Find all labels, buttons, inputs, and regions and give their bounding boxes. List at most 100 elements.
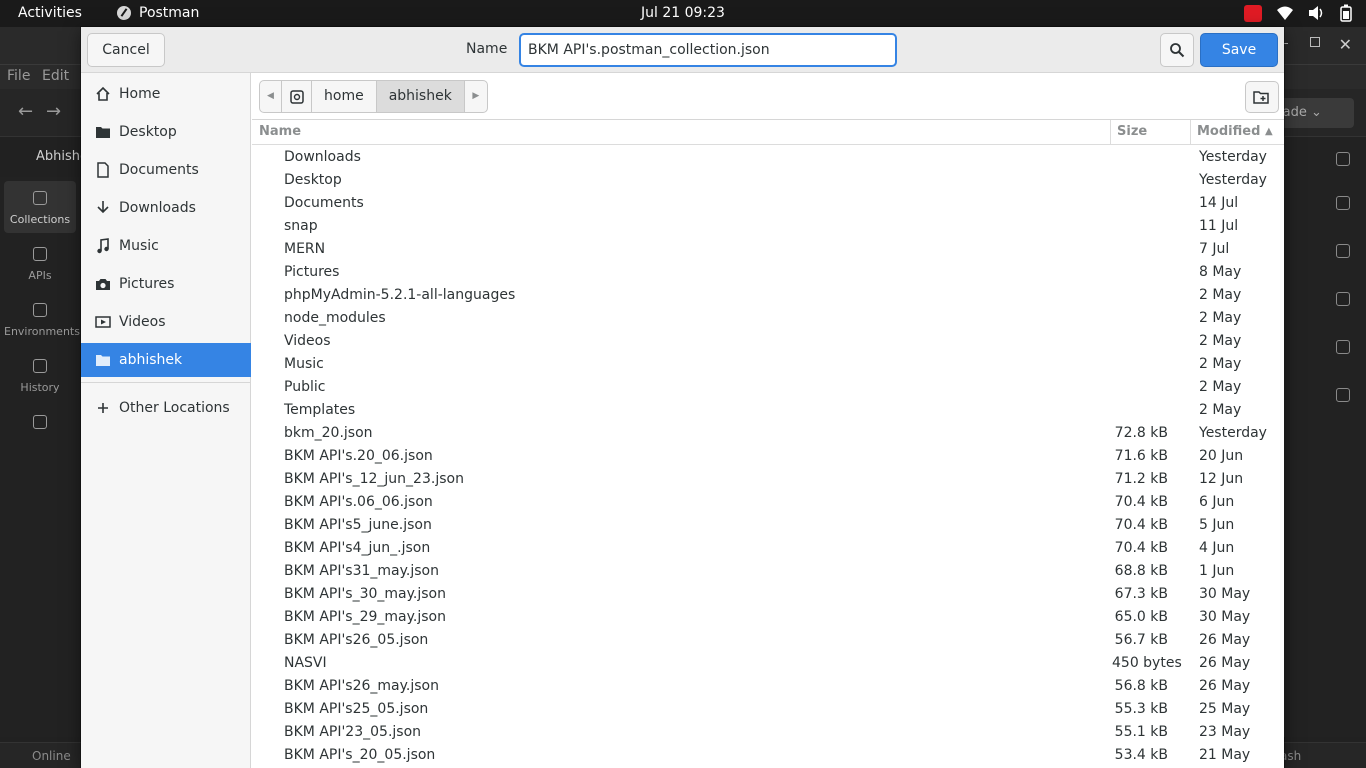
file-row[interactable]: node_modules 2 May [252,307,1284,330]
file-row[interactable]: snap 11 Jul [252,215,1284,238]
place-desktop[interactable]: Desktop [81,115,251,149]
file-row[interactable]: BKM API's25_05.json 55.3 kB 25 May [252,698,1284,721]
changelog-icon[interactable] [1336,244,1350,258]
column-modified[interactable]: Modified [1197,124,1260,139]
menu-file[interactable]: File [7,68,30,84]
file-row[interactable]: BKM API's.20_06.json 71.6 kB 20 Jun [252,445,1284,468]
file-row[interactable]: bkm_20.json 72.8 kB Yesterday [252,422,1284,445]
place-label: abhishek [119,352,183,368]
places-separator [81,382,251,383]
file-modified: 2 May [1199,379,1242,395]
disk-root-button[interactable] [282,81,312,112]
file-row[interactable]: BKM API's_20_05.json 53.4 kB 21 May [252,744,1284,767]
indicator-icon[interactable] [1244,4,1262,22]
nav-environments[interactable]: Environments [4,293,80,345]
file-modified: 11 Jul [1199,218,1239,234]
file-row[interactable]: Downloads Yesterday [252,146,1284,169]
path-forward-icon[interactable]: ▶ [465,81,487,112]
file-size: 71.2 kB [1114,471,1168,487]
back-arrow-icon[interactable]: ← [18,101,33,122]
file-row[interactable]: Videos 2 May [252,330,1284,353]
file-name: snap [284,218,318,234]
file-row[interactable]: BKM API's_30_may.json 67.3 kB 30 May [252,583,1284,606]
file-row[interactable]: BKM API's26_05.json 56.7 kB 26 May [252,629,1284,652]
column-size[interactable]: Size [1117,124,1147,139]
place-music[interactable]: Music [81,229,251,263]
place-abhishek[interactable]: abhishek [81,343,251,377]
file-row[interactable]: BKM API's4_jun_.json 70.4 kB 4 Jun [252,537,1284,560]
cancel-button[interactable]: Cancel [87,33,165,67]
file-row[interactable]: BKM API's26_may.json 56.8 kB 26 May [252,675,1284,698]
home-icon [95,86,111,102]
online-status[interactable]: Online [32,749,71,763]
restore-icon[interactable] [1310,37,1320,47]
path-back-icon[interactable]: ◀ [260,81,282,112]
save-button[interactable]: Save [1200,33,1278,67]
fork-icon[interactable] [1336,340,1350,354]
file-row[interactable]: Public 2 May [252,376,1284,399]
new-folder-button[interactable] [1245,81,1279,113]
new-folder-icon [1253,91,1269,104]
file-row[interactable]: NASVI 450 bytes 26 May [252,652,1284,675]
nav-collections[interactable]: Collections [4,181,76,233]
file-row[interactable]: BKM API'23_05.json 55.1 kB 23 May [252,721,1284,744]
file-name: BKM API's26_may.json [284,678,439,694]
close-icon[interactable]: ✕ [1339,35,1352,54]
file-size: 56.7 kB [1114,632,1168,648]
place-other-locations[interactable]: Other Locations [81,391,251,425]
file-name: phpMyAdmin-5.2.1-all-languages [284,287,516,303]
apps-icon [33,415,47,429]
file-name: BKM API's.06_06.json [284,494,433,510]
download-icon [95,200,111,216]
info-icon[interactable] [1336,388,1350,402]
pull-request-icon[interactable] [1336,292,1350,306]
nav-apis[interactable]: APIs [4,237,76,289]
file-row[interactable]: phpMyAdmin-5.2.1-all-languages 2 May [252,284,1284,307]
file-row[interactable]: Pictures 8 May [252,261,1284,284]
place-downloads[interactable]: Downloads [81,191,251,225]
file-row[interactable]: Documents 14 Jul [252,192,1284,215]
file-row[interactable]: Templates 2 May [252,399,1284,422]
comments-icon[interactable] [1336,196,1350,210]
place-label: Videos [119,314,166,330]
file-name: BKM API's_20_05.json [284,747,436,763]
workspace-name[interactable]: Abhishe [0,137,88,177]
search-button[interactable] [1160,33,1194,67]
place-label: Home [119,86,161,102]
file-name: MERN [284,241,326,257]
nav-history[interactable]: History [4,349,76,401]
place-label: Downloads [119,200,196,216]
place-videos[interactable]: Videos [81,305,251,339]
file-modified: 4 Jun [1199,540,1235,556]
file-size: 450 bytes [1112,655,1182,671]
column-name[interactable]: Name [259,124,301,139]
file-row[interactable]: BKM API's_29_may.json 65.0 kB 30 May [252,606,1284,629]
system-top-bar: Activities Postman Jul 21 09:23 [0,0,1366,27]
breadcrumb-home[interactable]: home [312,81,377,112]
file-modified: 1 Jun [1199,563,1235,579]
nav-configure[interactable] [4,405,76,457]
place-home[interactable]: Home [81,77,251,111]
file-row[interactable]: MERN 7 Jul [252,238,1284,261]
file-row[interactable]: Music 2 May [252,353,1284,376]
file-name: BKM API's5_june.json [284,517,432,533]
file-row[interactable]: Desktop Yesterday [252,169,1284,192]
file-size: 65.0 kB [1114,609,1168,625]
clock[interactable]: Jul 21 09:23 [0,5,1366,21]
place-pictures[interactable]: Pictures [81,267,251,301]
file-row[interactable]: BKM API's.06_06.json 70.4 kB 6 Jun [252,491,1284,514]
filename-input[interactable]: BKM API's.postman_collection.json [519,33,897,67]
forward-arrow-icon[interactable]: → [46,101,61,122]
request-icon[interactable] [1336,152,1350,166]
system-tray[interactable] [1244,4,1352,22]
breadcrumb-abhishek[interactable]: abhishek [376,81,465,112]
place-documents[interactable]: Documents [81,153,251,187]
file-modified: 26 May [1199,632,1251,648]
file-row[interactable]: BKM API's_12_jun_23.json 71.2 kB 12 Jun [252,468,1284,491]
file-size: 68.8 kB [1114,563,1168,579]
file-row[interactable]: BKM API's31_may.json 68.8 kB 1 Jun [252,560,1284,583]
file-name: Desktop [284,172,342,188]
file-size: 56.8 kB [1114,678,1168,694]
file-row[interactable]: BKM API's5_june.json 70.4 kB 5 Jun [252,514,1284,537]
menu-edit[interactable]: Edit [42,68,69,84]
